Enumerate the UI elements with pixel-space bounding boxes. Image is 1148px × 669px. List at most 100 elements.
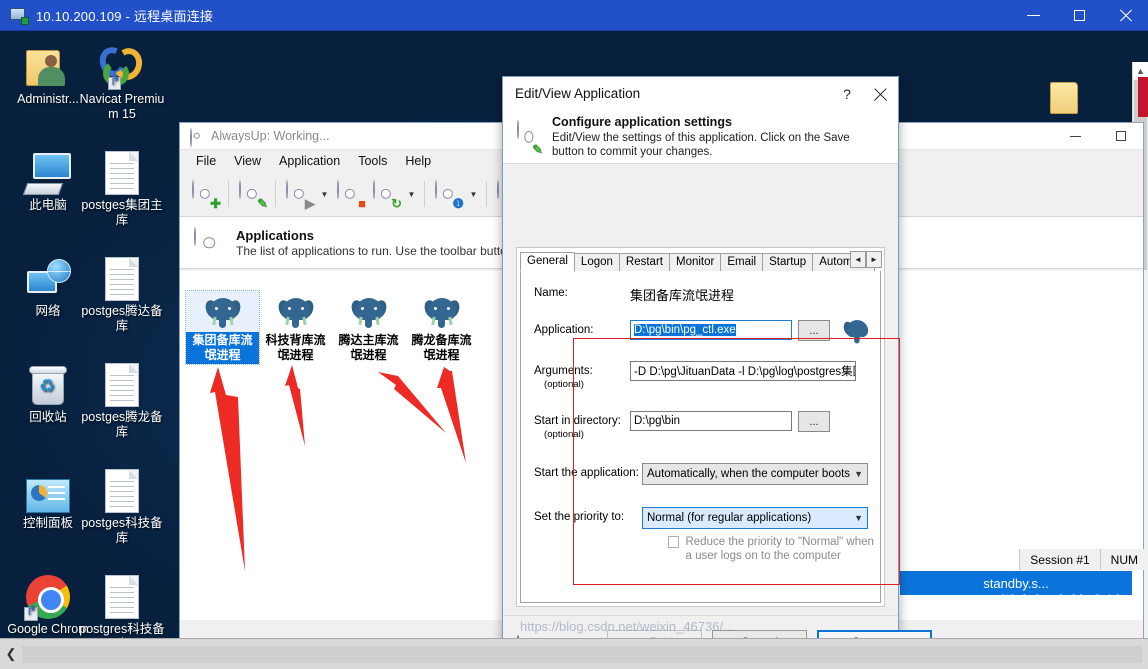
- tab-monitor[interactable]: Monitor: [668, 253, 722, 272]
- desktop-icon-postges-keji[interactable]: postges科技备库: [78, 463, 166, 546]
- start-application-select[interactable]: Automatically, when the computer boots ▼: [642, 463, 868, 485]
- dialog-banner: ✎ Configure application settings Edit/Vi…: [503, 110, 898, 164]
- tab-logon[interactable]: Logon: [573, 253, 620, 272]
- edit-application-button[interactable]: ✎: [235, 177, 269, 211]
- menu-view[interactable]: View: [225, 152, 270, 170]
- chevron-down-icon: ▼: [854, 469, 863, 479]
- add-application-button[interactable]: ✚: [188, 177, 222, 211]
- name-label: Name:: [534, 287, 568, 299]
- scroll-left-icon[interactable]: ❮: [0, 640, 22, 669]
- start-directory-label: Start in directory: (optional): [534, 411, 630, 441]
- close-icon: [873, 87, 887, 101]
- panel-subtitle: The list of applications to run. Use the…: [236, 243, 520, 258]
- desktop-icon-postgres-keji[interactable]: postgres科技备库: [78, 569, 166, 638]
- reduce-priority-label: Reduce the priority to "Normal" when a u…: [685, 536, 874, 562]
- rdp-horizontal-scrollbar[interactable]: ❮: [0, 638, 1148, 669]
- reduce-priority-checkbox[interactable]: [668, 536, 680, 548]
- restart-application-button[interactable]: ↻: [369, 177, 403, 211]
- remote-desktop-window: 10.10.200.109 - 远程桌面连接 Administr... Navi…: [0, 0, 1148, 669]
- navicat-icon: [78, 39, 166, 90]
- application-item-tenglong[interactable]: 腾龙备库流氓进程: [405, 291, 478, 364]
- statusbar-num: NUM: [1099, 549, 1148, 570]
- desktop-icon-label: postges腾达备库: [81, 304, 163, 333]
- application-item-tengda[interactable]: 腾达主库流氓进程: [332, 291, 405, 364]
- rdp-close-button[interactable]: [1102, 0, 1148, 31]
- tab-restart[interactable]: Restart: [618, 253, 670, 272]
- chevron-down-icon[interactable]: ▼: [318, 177, 331, 211]
- toolbar-separator: [424, 181, 425, 207]
- priority-value: Normal (for regular applications): [647, 512, 812, 524]
- application-label: Application:: [534, 324, 594, 336]
- desktop-icon-postges-tenglong[interactable]: postges腾龙备库: [78, 357, 166, 440]
- application-input-value: D:\pg\bin\pg_ctl.exe: [634, 324, 736, 336]
- tab-general[interactable]: General: [520, 252, 575, 272]
- rdp-maximize-button[interactable]: [1056, 0, 1102, 31]
- start-directory-label-text: Start in directory:: [534, 415, 621, 427]
- alwaysup-title-text: AlwaysUp: Working...: [211, 129, 330, 143]
- reduce-priority-row[interactable]: Reduce the priority to "Normal" when a u…: [521, 535, 880, 563]
- document-icon: [78, 251, 166, 301]
- start-directory-input-value: D:\pg\bin: [634, 415, 681, 427]
- application-input[interactable]: D:\pg\bin\pg_ctl.exe: [630, 320, 792, 340]
- menu-application[interactable]: Application: [270, 152, 349, 170]
- start-directory-input[interactable]: D:\pg\bin: [630, 411, 792, 431]
- tab-scroll-left-icon[interactable]: ◄: [850, 251, 866, 268]
- start-directory-browse-button[interactable]: ...: [798, 411, 830, 432]
- tab-email[interactable]: Email: [720, 253, 764, 272]
- desktop-icon-label: postges科技备库: [81, 516, 163, 545]
- panel-title: Applications: [236, 227, 315, 243]
- stop-application-button[interactable]: ■: [333, 177, 367, 211]
- scrollbar-track[interactable]: [22, 645, 1142, 663]
- postgres-elephant-icon: [186, 294, 259, 332]
- dialog-tabs: General Logon Restart Monitor Email Star…: [520, 251, 884, 272]
- chevron-down-icon[interactable]: ▼: [405, 177, 418, 211]
- rdp-minimize-button[interactable]: [1010, 0, 1056, 31]
- dialog-content: General Logon Restart Monitor Email Star…: [516, 247, 900, 607]
- application-name-value: 集团备库流氓进程: [630, 288, 735, 303]
- menu-tools[interactable]: Tools: [349, 152, 396, 170]
- chevron-down-icon: ▼: [854, 513, 863, 523]
- watermark: @稀土掘金技术社区: [980, 589, 1142, 614]
- menu-help[interactable]: Help: [396, 152, 440, 170]
- alwaysup-maximize-button[interactable]: [1098, 123, 1143, 150]
- start-application-button[interactable]: ▶: [282, 177, 316, 211]
- priority-select[interactable]: Normal (for regular applications) ▼: [642, 507, 868, 529]
- document-icon: [78, 569, 166, 619]
- dialog-close-button[interactable]: [862, 77, 898, 110]
- edit-view-application-dialog[interactable]: Edit/View Application ? ✎ Configure appl…: [502, 76, 932, 638]
- postgres-elephant-icon: [259, 294, 332, 332]
- chevron-down-icon[interactable]: ▼: [467, 177, 480, 211]
- application-item-keji[interactable]: 科技背库流氓进程: [259, 291, 332, 364]
- application-browse-button[interactable]: ...: [798, 320, 830, 341]
- arguments-label: Arguments: (optional): [534, 361, 630, 391]
- remote-desktop-icon: [10, 7, 29, 25]
- configure-gear-icon: ✎: [517, 119, 543, 156]
- help-icon[interactable]: ?: [832, 77, 862, 110]
- background-red-accent: [1138, 77, 1148, 117]
- watermark-line1: @稀土掘金技术社区: [980, 594, 1142, 613]
- document-icon: [78, 357, 166, 407]
- menu-file[interactable]: File: [187, 152, 225, 170]
- postgres-elephant-icon: [842, 320, 869, 344]
- remote-desktop-surface[interactable]: Administr... Navicat Premium 15 此电脑 post…: [0, 31, 1148, 638]
- toolbar-separator: [228, 181, 229, 207]
- start-application-value: Automatically, when the computer boots: [647, 468, 851, 480]
- application-info-button[interactable]: ❶: [431, 177, 465, 211]
- application-item-jituan[interactable]: 集团备库流氓进程: [185, 290, 260, 365]
- desktop-icon-navicat[interactable]: Navicat Premium 15: [78, 39, 166, 122]
- save-button[interactable]: Save >>: [817, 629, 932, 638]
- arguments-input-value: -D D:\pg\JituanData -l D:\pg\log\postgre…: [634, 366, 856, 378]
- folder-icon: [1050, 82, 1078, 114]
- desktop-icon-label: Navicat Premium 15: [79, 92, 165, 121]
- start-directory-optional-text: (optional): [544, 429, 584, 440]
- tab-scroll-right-icon[interactable]: ►: [866, 251, 882, 268]
- dialog-title-text: Edit/View Application: [515, 86, 641, 101]
- alwaysup-minimize-button[interactable]: [1053, 123, 1098, 150]
- toolbar-separator: [486, 181, 487, 207]
- desktop-icon-postges-tengda[interactable]: postges腾达备库: [78, 251, 166, 334]
- dialog-banner-text: Edit/View the settings of this applicati…: [552, 131, 850, 158]
- desktop-icon-label: postgres科技备库: [79, 622, 165, 638]
- desktop-icon-postges-jituan[interactable]: postges集团主库: [78, 145, 166, 228]
- arguments-input[interactable]: -D D:\pg\JituanData -l D:\pg\log\postgre…: [630, 361, 856, 381]
- tab-startup[interactable]: Startup: [762, 253, 814, 272]
